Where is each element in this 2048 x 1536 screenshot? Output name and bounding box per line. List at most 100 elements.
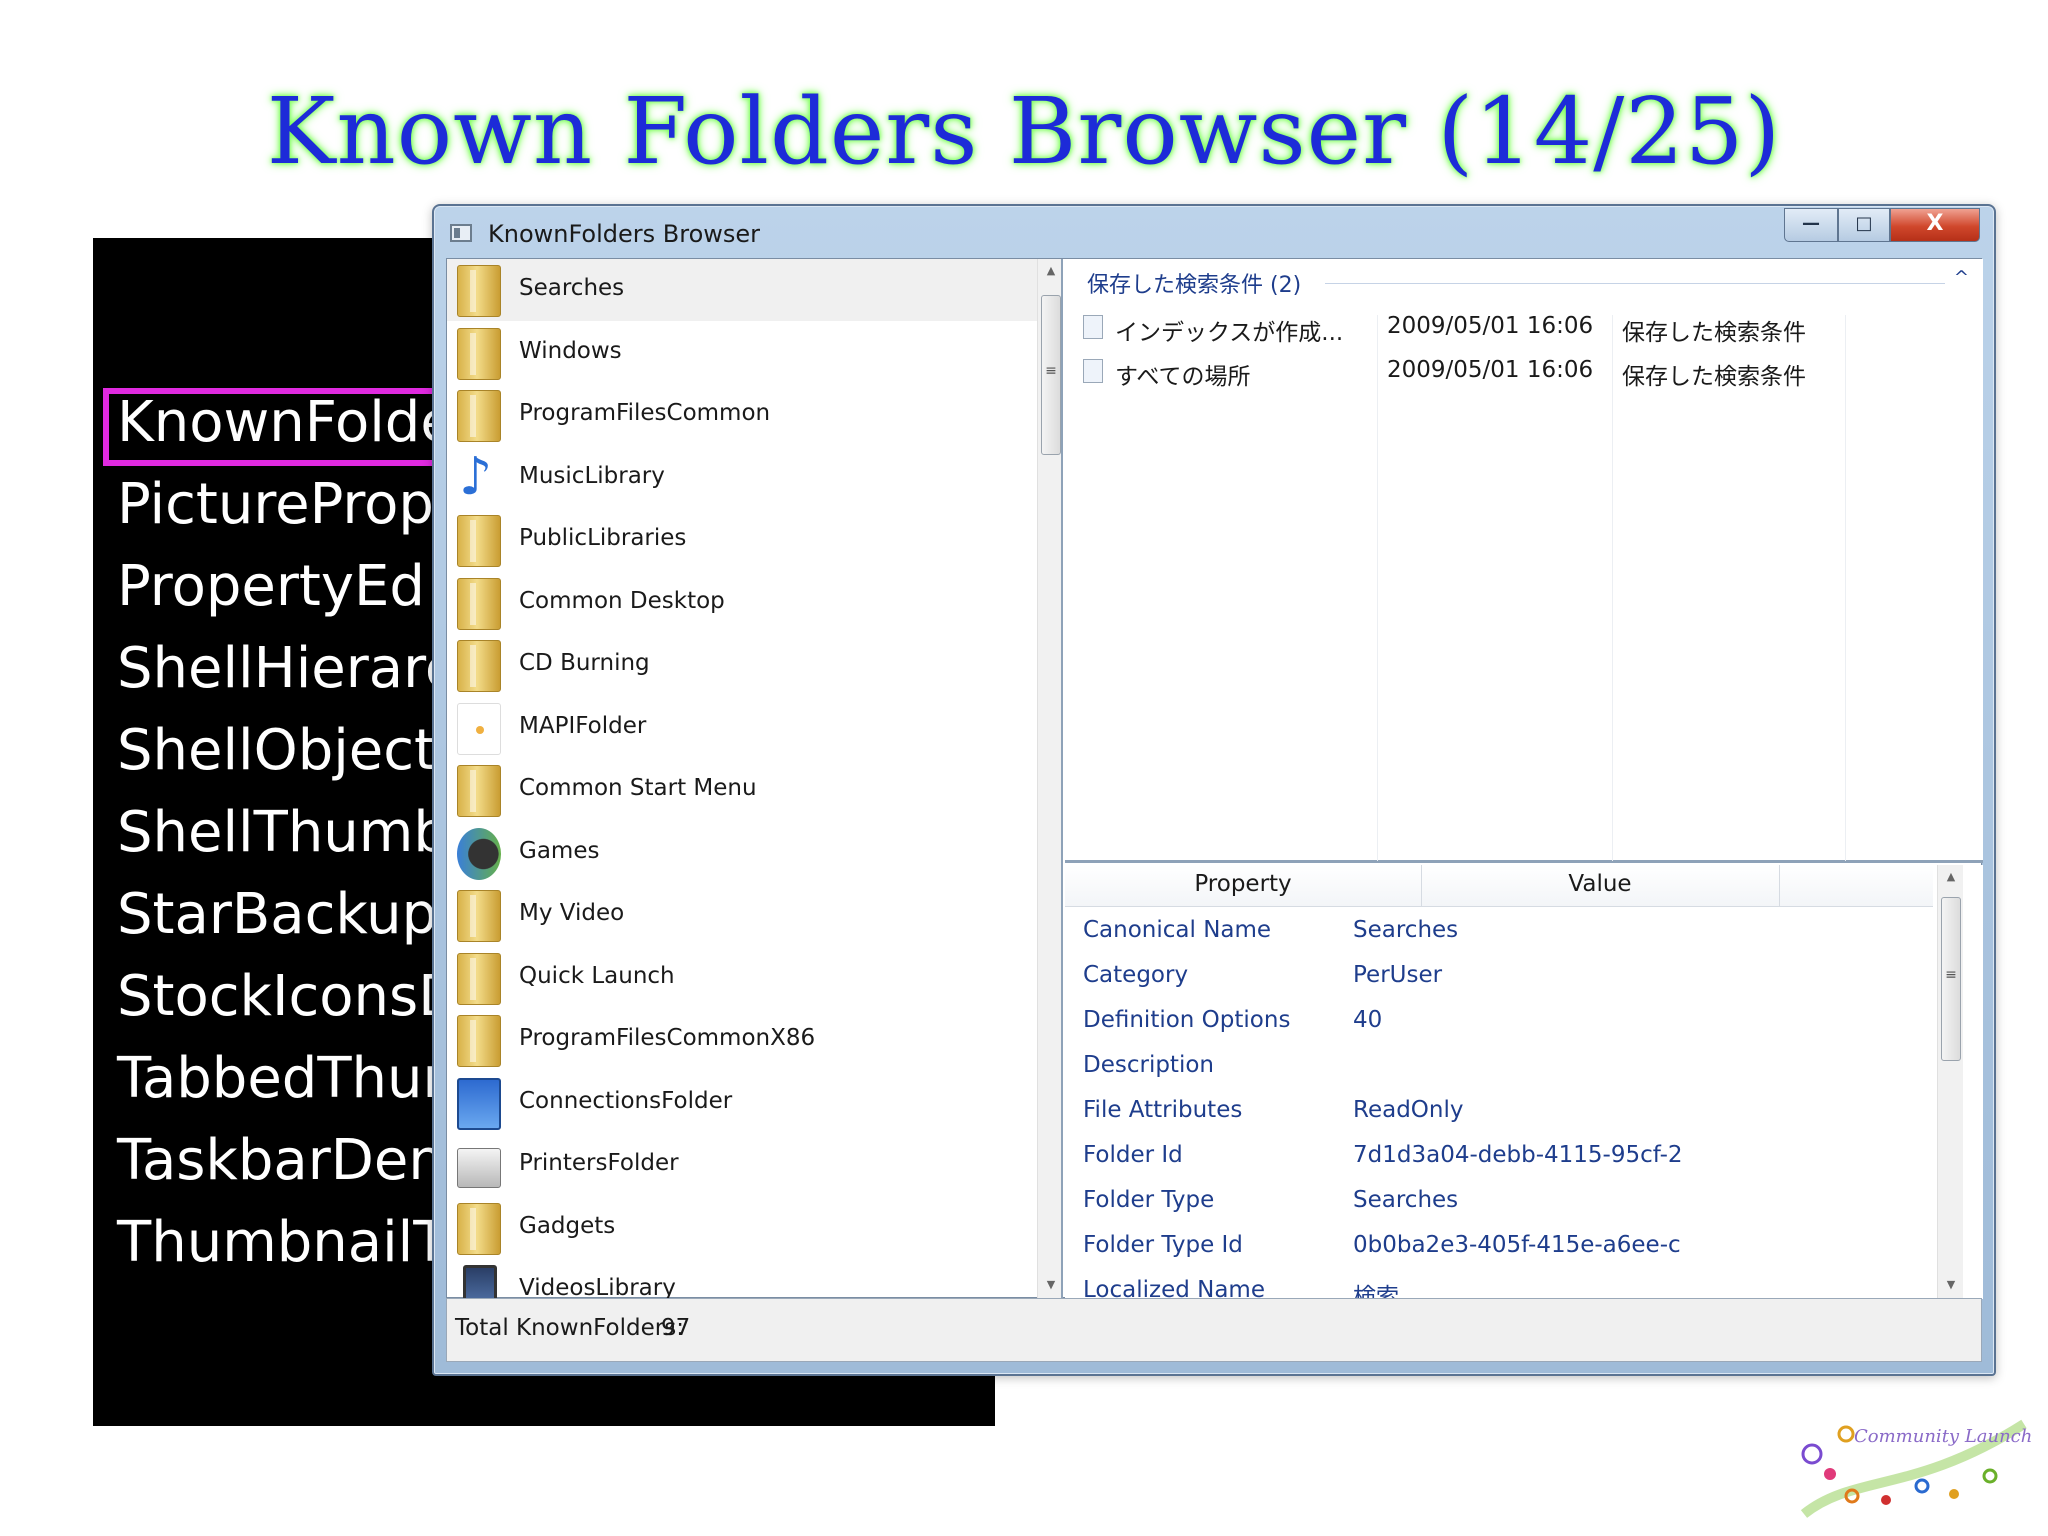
- property-row[interactable]: Folder Type Id 0b0ba2e3-405f-415e-a6ee-c: [1065, 1224, 1933, 1269]
- folder-item-label: MAPIFolder: [519, 712, 647, 739]
- folder-item[interactable]: My Video: [447, 884, 1043, 946]
- folder-item[interactable]: VideosLibrary: [447, 1259, 1043, 1299]
- group-header[interactable]: 保存した検索条件 (2): [1087, 267, 1310, 299]
- folder-list-scrollbar[interactable]: ▲ ≡ ▼: [1037, 259, 1061, 1299]
- folder-icon: [457, 390, 501, 442]
- property-name: Description: [1083, 1052, 1214, 1078]
- result-row[interactable]: すべての場所 2009/05/01 16:06 保存した検索条件: [1065, 351, 1983, 391]
- scroll-thumb[interactable]: ≡: [1041, 295, 1061, 455]
- folder-item-label: Quick Launch: [519, 962, 675, 989]
- property-name: Folder Type Id: [1083, 1232, 1243, 1258]
- folder-icon: [457, 765, 501, 817]
- property-row[interactable]: Category PerUser: [1065, 954, 1933, 999]
- properties-grid: Property Value Canonical Name Searches Cat…: [1065, 865, 1983, 1310]
- collapse-chevron-icon[interactable]: ^: [1954, 267, 1969, 288]
- folder-item[interactable]: ProgramFilesCommonX86: [447, 1009, 1043, 1071]
- property-row[interactable]: Description: [1065, 1044, 1933, 1089]
- close-button[interactable]: X: [1890, 208, 1980, 242]
- maximize-button[interactable]: □: [1838, 208, 1890, 242]
- properties-scrollbar[interactable]: ▲ ≡ ▼: [1937, 865, 1963, 1299]
- search-results-pane: 保存した検索条件 (2) ^ インデックスが作成... 2009/05/01 1…: [1065, 259, 1983, 863]
- list-item: StarBackup: [117, 882, 438, 947]
- folder-item[interactable]: Common Start Menu: [447, 759, 1043, 821]
- property-name: Canonical Name: [1083, 917, 1272, 943]
- column-separator: [1377, 315, 1378, 861]
- folder-item-label: ConnectionsFolder: [519, 1087, 733, 1114]
- folder-item[interactable]: MusicLibrary: [447, 447, 1043, 509]
- result-date: 2009/05/01 16:06: [1387, 357, 1594, 383]
- folder-item-label: Common Desktop: [519, 587, 725, 614]
- property-value: 40: [1353, 1007, 1383, 1033]
- property-value: ReadOnly: [1353, 1097, 1464, 1123]
- folder-item[interactable]: Windows: [447, 322, 1043, 384]
- videos-library-icon: [463, 1265, 497, 1299]
- property-value: 7d1d3a04-debb-4115-95cf-2: [1353, 1142, 1683, 1168]
- searches-folder-icon: [457, 265, 501, 317]
- property-row[interactable]: Definition Options 40: [1065, 999, 1933, 1044]
- scroll-down-arrow-icon[interactable]: ▼: [1938, 1273, 1964, 1297]
- folder-item[interactable]: Gadgets: [447, 1197, 1043, 1259]
- folder-item[interactable]: Common Desktop: [447, 572, 1043, 634]
- logo-text: Community Launch 2009: [1854, 1426, 2038, 1447]
- title-bar[interactable]: KnownFolders Browser — □ X: [434, 206, 1994, 258]
- minimize-button[interactable]: —: [1784, 208, 1838, 242]
- folder-item-label: MusicLibrary: [519, 462, 665, 489]
- property-value: PerUser: [1353, 962, 1443, 988]
- network-connections-icon: [457, 1077, 501, 1130]
- folder-item[interactable]: ConnectionsFolder: [447, 1072, 1043, 1134]
- result-name: すべての場所: [1115, 364, 1251, 390]
- column-separator: [1612, 315, 1613, 861]
- list-item: ShellHierarc: [117, 636, 456, 701]
- list-item: StockIconsD: [117, 964, 462, 1029]
- result-type: 保存した検索条件: [1622, 364, 1806, 390]
- saved-search-icon: [1083, 315, 1103, 339]
- scroll-up-arrow-icon[interactable]: ▲: [1038, 259, 1061, 283]
- community-launch-logo: Community Launch 2009: [1800, 1419, 2038, 1518]
- folder-item[interactable]: Games: [447, 822, 1043, 884]
- folder-item[interactable]: ProgramFilesCommon: [447, 384, 1043, 446]
- folder-item[interactable]: Quick Launch: [447, 947, 1043, 1009]
- window-content: Searches Windows ProgramFilesCommon MusicLi…: [446, 258, 1983, 1310]
- result-row[interactable]: インデックスが作成... 2009/05/01 16:06 保存した検索条件: [1065, 307, 1983, 347]
- property-value: Searches: [1353, 917, 1459, 943]
- folder-item-label: ProgramFilesCommonX86: [519, 1025, 816, 1051]
- mapi-folder-icon: [457, 702, 501, 755]
- folder-item-label: Searches: [519, 275, 625, 301]
- folder-icon: [457, 515, 501, 567]
- result-date: 2009/05/01 16:06: [1387, 313, 1594, 339]
- folder-item-label: PrintersFolder: [519, 1150, 679, 1176]
- scroll-up-arrow-icon[interactable]: ▲: [1938, 865, 1964, 889]
- games-icon: [457, 827, 501, 880]
- folder-item[interactable]: PrintersFolder: [447, 1134, 1043, 1196]
- folder-icon: [457, 952, 501, 1005]
- scroll-down-arrow-icon[interactable]: ▼: [1038, 1273, 1061, 1297]
- knownfolders-browser-window: KnownFolders Browser — □ X Searches Windo…: [432, 204, 1996, 1376]
- property-row[interactable]: Folder Id 7d1d3a04-debb-4115-95cf-2: [1065, 1134, 1933, 1179]
- folder-icon: [457, 327, 501, 380]
- scroll-thumb[interactable]: ≡: [1941, 897, 1961, 1061]
- property-row[interactable]: Canonical Name Searches: [1065, 909, 1933, 954]
- property-column-header[interactable]: Property: [1065, 871, 1421, 897]
- property-row[interactable]: File Attributes ReadOnly: [1065, 1089, 1933, 1134]
- folder-item-label: PublicLibraries: [519, 525, 687, 551]
- folder-item-label: Common Start Menu: [519, 775, 757, 801]
- list-item: TaskbarDen: [117, 1128, 444, 1193]
- folder-item[interactable]: Searches: [447, 259, 1043, 321]
- value-column-header[interactable]: Value: [1422, 871, 1778, 897]
- status-label: Total KnownFolders:: [455, 1315, 684, 1341]
- property-name: File Attributes: [1083, 1097, 1243, 1123]
- folder-item-label: Games: [519, 837, 600, 864]
- result-type: 保存した検索条件: [1622, 320, 1806, 346]
- folder-list[interactable]: Searches Windows ProgramFilesCommon MusicLi…: [447, 259, 1063, 1299]
- list-item: ShellObject: [117, 718, 436, 783]
- folder-item[interactable]: MAPIFolder: [447, 697, 1043, 759]
- folder-item-label: My Video: [519, 900, 625, 926]
- folder-item[interactable]: CD Burning: [447, 634, 1043, 696]
- printer-icon: [457, 1148, 501, 1188]
- folder-icon: [457, 1202, 501, 1255]
- saved-search-icon: [1083, 359, 1103, 383]
- folder-count: 97: [661, 1315, 691, 1341]
- property-row[interactable]: Folder Type Searches: [1065, 1179, 1933, 1224]
- folder-item[interactable]: PublicLibraries: [447, 509, 1043, 571]
- grip-icon: ≡: [1945, 967, 1957, 983]
